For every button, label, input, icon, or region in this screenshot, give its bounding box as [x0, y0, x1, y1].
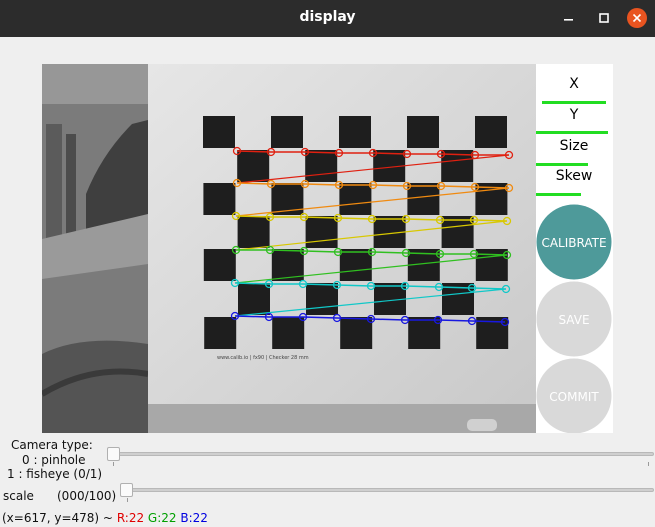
checker-square — [203, 249, 236, 281]
calibrate-label: CALIBRATE — [541, 236, 606, 250]
commit-label: COMMIT — [549, 390, 599, 404]
camera-type-pinhole: 0 : pinhole — [22, 453, 86, 467]
checker-square — [203, 183, 236, 215]
finger — [467, 419, 497, 431]
camera-type-slider[interactable] — [107, 447, 654, 461]
camera-view: www.calib.io | fx90 | Checker 28 mm X Y … — [42, 64, 613, 433]
y-label: Y — [569, 107, 579, 123]
pixel-blue-value: B:22 — [180, 511, 208, 525]
checker-square — [339, 116, 371, 148]
camera-type-slider-thumb[interactable] — [107, 447, 120, 461]
checker-square — [407, 116, 439, 148]
close-button[interactable] — [627, 8, 647, 28]
x-label: X — [569, 76, 579, 92]
scale-value: (000/100) — [57, 489, 117, 503]
skew-progress-bar — [536, 193, 581, 196]
checker-square — [305, 216, 338, 248]
maximize-icon — [599, 13, 609, 23]
scale-slider[interactable] — [120, 483, 654, 497]
size-label: Size — [560, 138, 589, 154]
window-title: display — [299, 9, 356, 25]
checker-square — [339, 249, 372, 281]
checker-square — [204, 317, 237, 349]
minimize-button[interactable] — [559, 8, 579, 28]
camera-type-title: Camera type: — [11, 438, 93, 452]
checker-square — [339, 183, 372, 215]
status-bar: (x=617, y=478) ~ R:22 G:22 B:22 — [2, 511, 208, 525]
maximize-button[interactable] — [594, 8, 614, 28]
scale-label: scale — [3, 489, 34, 503]
checker-square — [237, 216, 270, 248]
checker-square — [475, 116, 507, 148]
checker-square — [272, 317, 305, 349]
checker-square — [237, 150, 270, 182]
camera-type-fisheye: 1 : fisheye (0/1) — [7, 467, 103, 481]
scale-slider-thumb[interactable] — [120, 483, 133, 497]
checker-square — [407, 183, 440, 215]
title-bar: display — [0, 0, 655, 37]
commit-button[interactable]: COMMIT — [536, 358, 612, 434]
checker-square — [203, 116, 235, 148]
cursor-coords: (x=617, y=478) ~ — [2, 511, 113, 525]
checker-square — [305, 150, 338, 182]
save-label: SAVE — [558, 313, 589, 327]
checker-square — [271, 116, 303, 148]
scale-tick-min — [127, 498, 128, 502]
pixel-red-value: R:22 — [116, 511, 145, 525]
minimize-icon — [564, 19, 573, 21]
checker-square — [441, 216, 474, 248]
checker-square — [238, 283, 270, 315]
ceiling — [42, 64, 148, 104]
camera-type-slider-track[interactable] — [107, 452, 654, 456]
camera-type-tick-max — [648, 462, 649, 466]
size-progress-bar — [536, 163, 588, 166]
save-button[interactable]: SAVE — [536, 281, 612, 357]
close-icon — [632, 13, 642, 23]
camera-type-tick-min — [113, 462, 114, 466]
y-progress-bar — [536, 131, 608, 134]
x-progress-bar — [542, 101, 606, 104]
board-print-text: www.calib.io | fx90 | Checker 28 mm — [217, 355, 309, 361]
pixel-green-value: G:22 — [147, 511, 177, 525]
skew-label: Skew — [556, 168, 593, 184]
checker-square — [340, 317, 373, 349]
checker-square — [306, 283, 338, 315]
scale-slider-track[interactable] — [120, 488, 654, 492]
calibrate-button[interactable]: CALIBRATE — [536, 204, 612, 280]
